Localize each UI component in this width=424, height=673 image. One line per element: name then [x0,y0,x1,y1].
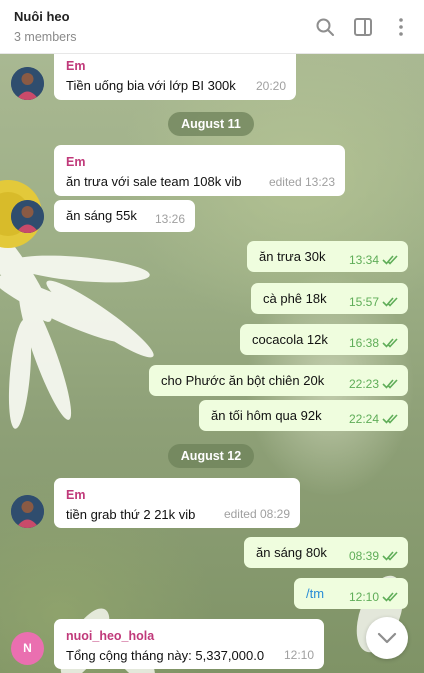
message-status: 12:10 [349,589,400,605]
scroll-to-bottom-button[interactable] [366,617,408,659]
avatar[interactable] [11,67,44,100]
message-text: ăn sáng 55k [66,208,137,223]
message-status: 13:34 [349,252,400,268]
date-separator: August 11 [168,112,254,136]
message-bubble[interactable]: Em ăn trưa với sale team 108k vib edited… [54,145,345,196]
message-text: tiền grab thứ 2 21k vib [66,507,196,522]
message-sender[interactable]: nuoi_heo_hola [66,628,324,644]
double-check-icon [382,338,398,348]
message-time: edited 08:29 [223,507,290,521]
message-bubble[interactable]: ăn sáng 55k 13:26 [54,200,195,232]
message-time: 22:24 [348,412,379,426]
message-status: 16:38 [349,335,400,351]
message-time: 08:39 [348,549,379,563]
message-status: 08:39 [349,548,400,564]
search-icon[interactable] [314,16,336,38]
message-time: 22:23 [348,377,379,391]
bot-command-link[interactable]: /tm [306,586,324,601]
double-check-icon [382,551,398,561]
message-bubble[interactable]: cocacola 12k 16:38 [240,324,408,355]
message-time: 20:20 [255,79,286,93]
message-bubble[interactable]: Em Tiền uống bia với lớp BI 300k 20:20 [54,54,296,100]
double-check-icon [382,255,398,265]
chat-history[interactable]: Em Tiền uống bia với lớp BI 300k 20:20 A… [0,54,424,673]
avatar[interactable]: N [11,632,44,665]
date-separator: August 12 [168,444,254,468]
message-sender[interactable]: Em [66,154,345,170]
message-time: 15:57 [348,295,379,309]
message-status: 15:57 [349,294,400,310]
message-bubble[interactable]: ăn sáng 80k 08:39 [244,537,408,568]
message-text: cà phê 18k [263,291,327,306]
message-time: 16:38 [348,336,379,350]
double-check-icon [382,414,398,424]
message-time: edited 13:23 [268,175,335,189]
message-bubble[interactable]: cho Phước ăn bột chiên 20k 22:23 [149,365,408,396]
message-text: ăn sáng 80k [256,545,327,560]
message-time: 13:34 [348,253,379,267]
message-time: 12:10 [283,648,314,662]
chat-header: Nuôi heo 3 members [0,0,424,54]
double-check-icon [382,592,398,602]
avatar[interactable] [11,495,44,528]
message-time: 12:10 [348,590,379,604]
message-text: Tổng cộng tháng này: 5,337,000.0 [66,648,265,663]
message-bubble[interactable]: /tm 12:10 [294,578,408,609]
message-text: ăn tối hôm qua 92k [211,408,322,423]
message-text: Tiền uống bia với lớp BI 300k [66,78,236,93]
message-time: 13:26 [154,212,185,226]
sidebar-toggle-icon[interactable] [352,16,374,38]
double-check-icon [382,379,398,389]
message-bubble[interactable]: Em tiền grab thứ 2 21k vib edited 08:29 [54,478,300,528]
message-sender[interactable]: Em [66,487,300,503]
chat-title[interactable]: Nuôi heo [14,9,70,24]
double-check-icon [382,297,398,307]
message-bubble[interactable]: ăn tối hôm qua 92k 22:24 [199,400,408,431]
message-status: 22:24 [349,411,400,427]
members-count[interactable]: 3 members [14,30,77,44]
message-text: ăn trưa với sale team 108k vib [66,174,242,189]
message-bubble[interactable]: ăn trưa 30k 13:34 [247,241,408,272]
message-text: ăn trưa 30k [259,249,326,264]
more-vertical-icon[interactable] [390,16,412,38]
message-bubble[interactable]: nuoi_heo_hola Tổng cộng tháng này: 5,337… [54,619,324,669]
chevron-down-icon [377,632,397,644]
message-bubble[interactable]: cà phê 18k 15:57 [251,283,408,314]
message-status: 22:23 [349,376,400,392]
message-text: cho Phước ăn bột chiên 20k [161,373,325,388]
avatar[interactable] [11,200,44,233]
message-sender[interactable]: Em [66,58,296,74]
message-text: cocacola 12k [252,332,328,347]
